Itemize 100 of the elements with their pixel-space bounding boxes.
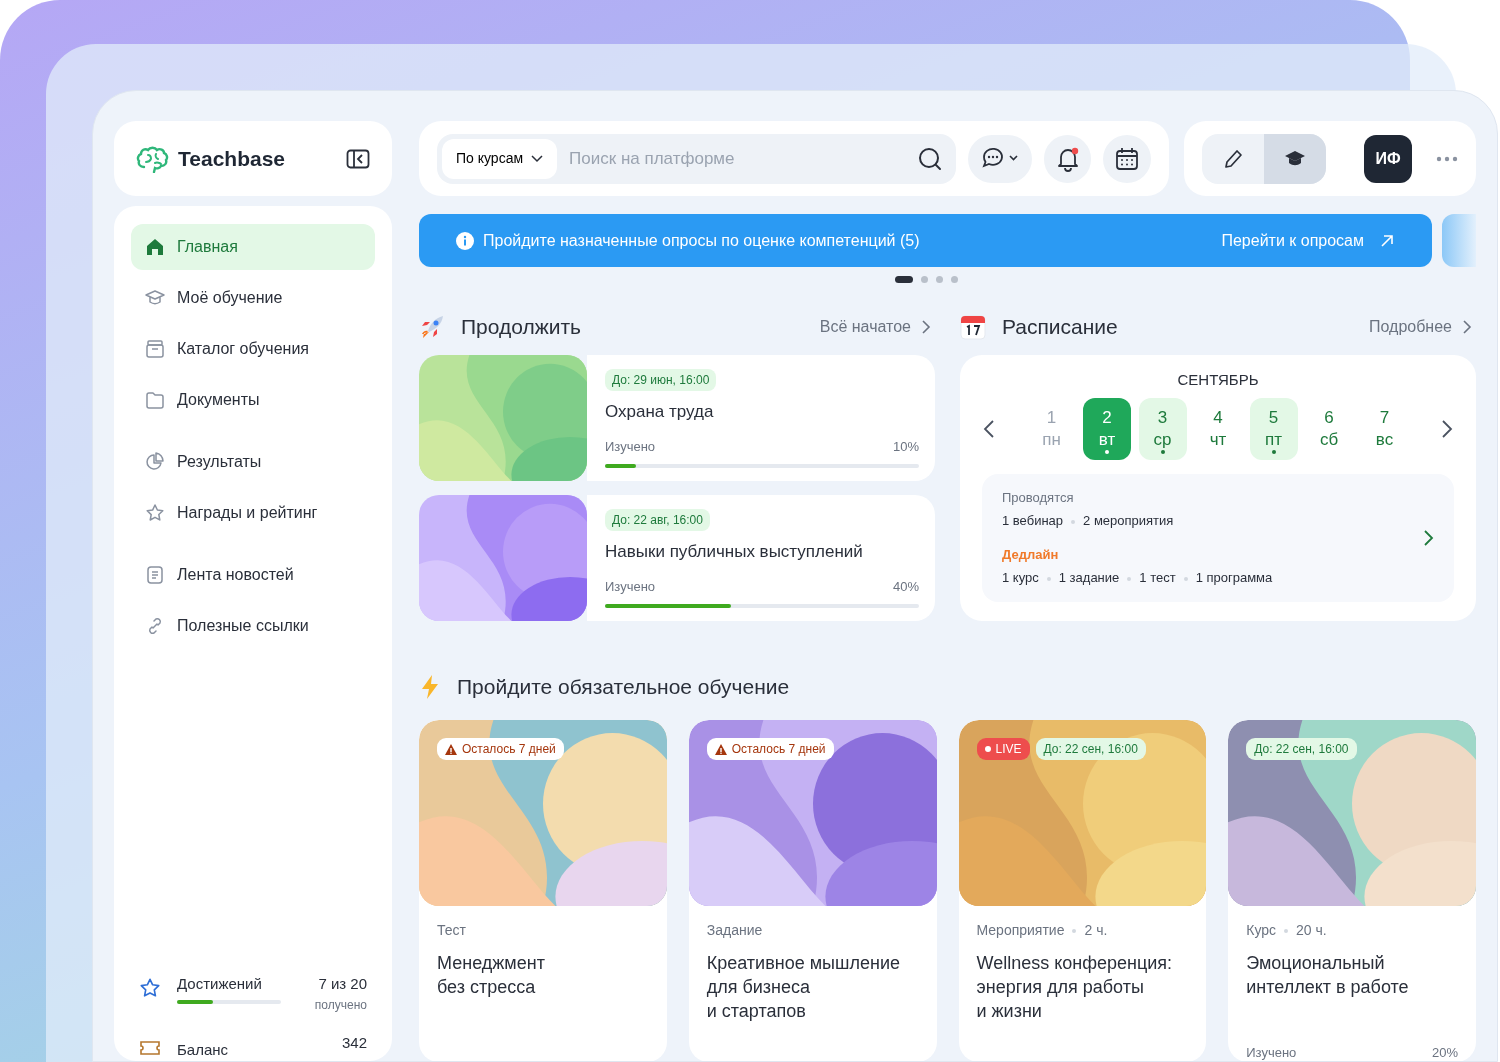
calendar-date-icon [960,314,986,340]
course-card[interactable]: Осталось 7 дней Тест Менеджмент без стресса [419,720,667,1061]
day-button[interactable]: 6 сб [1305,397,1353,460]
deadline-badge: До: 22 сен, 16:00 [1246,738,1357,760]
nav-item[interactable]: Результаты [131,439,375,485]
section-title: Расписание [1002,314,1118,341]
nav-item[interactable]: Моё обучение [131,275,375,321]
course-card[interactable]: До: 29 июн, 16:00 Охрана труда Изучено 10% [587,355,935,481]
course-title: Креативное мышление для бизнеса и стартапов [706,952,901,1023]
item-type: Задание [706,922,763,938]
schedule-details-link[interactable]: Подробнее [1369,315,1472,339]
day-button[interactable]: 7 вс [1360,397,1409,460]
sidebar-collapse-icon [346,149,370,170]
progress-percent: 10% [892,437,919,456]
carousel-dot[interactable] [936,276,943,283]
nav-item[interactable]: Главная [131,224,375,270]
more-icon [1436,156,1458,163]
progress-percent: 20% [1431,1046,1458,1060]
days-left-badge: Осталось 7 дней [437,738,564,760]
chat-button[interactable] [968,134,1032,183]
document-icon [145,565,165,585]
deadline-count: 1 курс [1002,570,1039,585]
banner-text: Пройдите назначенные опросы по оценке компетенций (5) [483,230,920,251]
logo-text: Teachbase [178,145,285,172]
balance-value: 342 [341,1035,367,1050]
pie-chart-icon [145,452,165,472]
item-duration: 2 ч. [1084,922,1108,938]
progress-percent: 40% [892,577,919,596]
rocket-icon [419,314,445,340]
deadline-count: 1 задание [1058,570,1120,585]
chevron-right-icon [1440,419,1454,440]
course-title: Охрана труда [605,401,715,423]
course-title: Эмоциональный интеллект в работе [1246,952,1410,999]
achievements-label: Достижений [177,974,263,994]
event-count: 2 мероприятия [1083,513,1174,528]
day-button[interactable]: 3 ср [1138,397,1187,460]
folder-icon [145,390,165,410]
course-title: Wellness конференция: энергия для работы и жизни [976,952,1174,1023]
live-badge: LIVE [976,738,1030,760]
nav-item[interactable]: Полезные ссылки [131,603,375,649]
nav-item[interactable]: Награды и рейтинг [131,490,375,536]
learning-mode-button[interactable] [1264,133,1326,184]
course-card[interactable]: До: 22 сен, 16:00 Курс 20 ч. Эмоциональный интеллект в работе Изучено 20% [1228,720,1476,1061]
item-type: Курс [1246,922,1277,938]
day-button[interactable]: 4 чт [1194,397,1242,460]
carousel-dot[interactable] [951,276,958,283]
schedule-summary[interactable]: Проводятся 1 вебинар 2 мероприятия Дедлайн 1 курс 1 задание 1 тест 1 программа [982,473,1454,602]
deadline-count: 1 тест [1139,570,1176,585]
warning-icon [445,743,457,755]
event-count: 1 вебинар [1002,513,1064,528]
calendar-button[interactable] [1103,134,1151,183]
chevron-right-icon [1462,319,1472,335]
star-icon [145,503,165,523]
section-title: Пройдите обязательное обучение [457,674,790,701]
nav-item[interactable]: Лента новостей [131,552,375,598]
ticket-icon [139,1039,161,1057]
month-label: СЕНТЯБРЬ [1176,370,1260,390]
next-banner [1442,214,1476,267]
section-title: Продолжить [461,314,582,341]
progress-label: Изучено [1246,1046,1297,1060]
deadline-badge: До: 29 июн, 16:00 [605,369,717,391]
nav-item[interactable]: Документы [131,377,375,423]
live-dot-icon [984,746,991,752]
summary-heading: Проводятся [1002,488,1075,507]
chevron-right-icon [921,319,931,335]
course-title: Менеджмент без стресса [437,952,546,999]
balance-label: Баланс [177,1042,229,1057]
search-scope-dropdown[interactable]: По курсам [442,138,558,179]
all-started-link[interactable]: Всё начатое [819,315,931,339]
course-card[interactable]: До: 22 авг, 16:00 Навыки публичных выступлений Изучено 40% [587,495,935,621]
caret-icon [531,154,544,163]
deadline-badge: До: 22 авг, 16:00 [605,509,710,531]
info-icon [455,230,475,251]
nav-item[interactable]: Каталог обучения [131,326,375,372]
day-button[interactable]: 5 пт [1249,397,1298,460]
course-title: Навыки публичных выступлений [605,541,864,563]
pencil-icon [1222,147,1244,170]
progress-label: Изучено [605,577,656,596]
achievements-caption: получено [314,996,367,1014]
warning-icon [714,743,727,755]
star-icon [139,977,161,999]
course-card[interactable]: Осталось 7 дней Задание Креативное мышление для бизнеса и стартапов [688,720,937,1061]
item-type: Тест [437,922,466,938]
summary-heading: Дедлайн [1002,545,1060,564]
user-avatar[interactable]: ИФ [1364,134,1412,183]
home-icon [145,237,165,257]
days-left-badge: Осталось 7 дней [706,738,834,760]
search-field[interactable]: По курсам Поиск на платформе [437,133,957,184]
lightning-icon [419,674,441,700]
chevron-right-icon [1422,528,1434,547]
progress-label: Изучено [605,437,656,456]
carousel-dot[interactable] [921,276,928,283]
calendar-icon [1114,145,1141,172]
deadline-count: 1 программа [1195,570,1273,585]
item-duration: 20 ч. [1296,922,1327,938]
item-type: Мероприятие [976,922,1065,938]
achievements-count: 7 из 20 [317,974,367,994]
search-icon [917,145,944,172]
course-card[interactable]: LIVE До: 22 сен, 16:00 Мероприятие 2 ч. Wellness конференция: энергия для работы и жизни [958,720,1207,1061]
arrow-icon [1380,233,1394,248]
